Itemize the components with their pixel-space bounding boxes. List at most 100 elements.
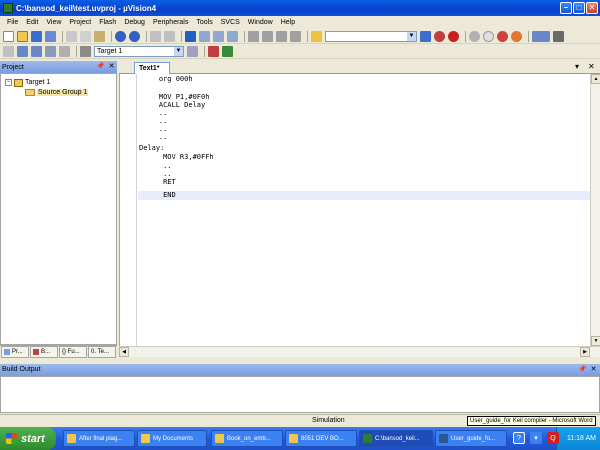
scroll-down-icon[interactable]: ▼ [591,336,600,346]
copy-icon[interactable] [80,30,91,42]
menu-debug[interactable]: Debug [120,19,149,26]
redo-icon[interactable] [129,30,140,42]
kill-breakpoints-icon[interactable] [497,30,508,42]
word-icon [439,434,448,443]
menu-project[interactable]: Project [65,19,95,26]
scroll-right-icon[interactable]: ▶ [580,347,590,357]
collapse-icon[interactable]: − [5,79,12,86]
find-in-files-icon[interactable] [311,30,322,42]
indent-icon[interactable] [248,30,259,42]
tab-text1[interactable]: Text1* [134,62,170,74]
tree-item-target[interactable]: − Target 1 [5,78,50,87]
taskbar-item-my-documents[interactable]: My Documents [137,430,207,447]
menu-view[interactable]: View [42,19,65,26]
debug-session-icon[interactable] [448,30,459,42]
tab-templates[interactable]: 0. Te... [88,346,116,358]
quick-launch-icon[interactable]: ▾ [530,432,542,444]
build-output-area[interactable] [0,376,600,413]
project-panel-tabs: Pr... B... {} Fu... 0. Te... [0,345,117,358]
breakpoint-icon[interactable] [469,30,480,42]
paste-icon[interactable] [94,30,105,42]
pin-icon[interactable]: 📌 [96,62,105,71]
save-all-icon[interactable] [45,30,56,42]
configure-icon[interactable] [553,30,564,42]
translate-icon[interactable] [3,45,14,57]
chevron-down-icon[interactable]: ▾ [575,62,579,71]
clear-bookmarks-icon[interactable] [227,30,238,42]
menu-window[interactable]: Window [244,19,277,26]
kill-all-breakpoints-icon[interactable] [511,30,522,42]
manage-components-icon[interactable] [208,45,219,57]
open-folder-icon[interactable] [17,30,28,42]
help-icon[interactable]: ? [513,432,525,444]
menu-file[interactable]: File [3,19,22,26]
pin-icon[interactable]: 📌 [578,365,587,374]
window-title: C:\bansod_keil\test.uvproj - µVision4 [16,3,157,13]
horizontal-scrollbar[interactable]: ◀ ▶ [119,346,600,357]
stop-build-icon[interactable] [59,45,70,57]
antivirus-icon[interactable]: Q [547,432,559,444]
enable-breakpoint-icon[interactable] [483,30,494,42]
menu-help[interactable]: Help [277,19,299,26]
menu-edit[interactable]: Edit [22,19,42,26]
uncomment-icon[interactable] [290,30,301,42]
chevron-down-icon[interactable]: ▼ [407,31,416,41]
app-icon [3,3,13,13]
new-file-icon[interactable] [3,30,14,42]
taskbar-item-word[interactable]: User_guide_fo... [435,430,507,447]
incremental-find-icon[interactable] [434,30,445,42]
scroll-left-icon[interactable]: ◀ [119,347,129,357]
tab-functions[interactable]: {} Fu... [59,346,87,358]
window-layout-icon[interactable] [532,30,550,42]
code-line: RET [142,178,176,186]
close-button[interactable]: ✕ [586,2,598,14]
build-icon[interactable] [17,45,28,57]
rebuild-icon[interactable] [31,45,42,57]
taskbar-item-uvision[interactable]: C:\bansod_keil... [359,430,433,447]
save-icon[interactable] [31,30,42,42]
close-icon[interactable]: ✕ [588,62,595,71]
target-select[interactable]: Target 1 ▼ [94,45,184,57]
undo-icon[interactable] [115,30,126,42]
vertical-scrollbar[interactable]: ▲ ▼ [590,74,600,346]
close-icon[interactable]: ✕ [107,62,116,71]
menu-flash[interactable]: Flash [95,19,120,26]
download-icon[interactable] [80,45,91,57]
cut-icon[interactable] [66,30,77,42]
chevron-down-icon[interactable]: ▼ [174,46,183,56]
nav-forward-icon[interactable] [164,30,175,42]
menu-tools[interactable]: Tools [192,19,216,26]
batch-build-icon[interactable] [45,45,56,57]
scroll-up-icon[interactable]: ▲ [591,74,600,84]
comment-icon[interactable] [276,30,287,42]
select-packs-icon[interactable] [222,45,233,57]
minimize-button[interactable]: – [560,2,572,14]
target-options-icon[interactable] [187,45,198,57]
main-toolbar: ▼ [0,29,600,44]
maximize-button[interactable]: □ [573,2,585,14]
start-button[interactable]: start [0,427,56,450]
menu-svcs[interactable]: SVCS [217,19,244,26]
folder-icon [215,434,224,443]
find-combo[interactable]: ▼ [325,30,417,42]
menu-peripherals[interactable]: Peripherals [149,19,192,26]
build-output-title: Build Output [2,366,41,373]
next-bookmark-icon[interactable] [213,30,224,42]
code-line: MOV R3,#0FFh [142,153,214,161]
tab-books[interactable]: B... [30,346,58,358]
nav-back-icon[interactable] [150,30,161,42]
project-panel-title: Project [2,63,24,71]
code-editor[interactable]: org 000h MOV P1,#0F0h ACALL Delay .. .. … [119,74,590,346]
taskbar-item-folder-plag[interactable]: After final plag... [63,430,135,447]
prev-bookmark-icon[interactable] [199,30,210,42]
close-icon[interactable]: ✕ [589,365,598,374]
toolbar-separator [181,30,182,42]
target-select-value: Target 1 [97,47,123,55]
taskbar-item-book[interactable]: Book_on_emb... [211,430,283,447]
tree-item-source-group[interactable]: Source Group 1 [25,88,89,97]
tab-project[interactable]: Pr... [1,346,29,358]
bookmark-icon[interactable] [185,30,196,42]
taskbar-item-8051-dev[interactable]: 8051 DEV BO... [285,430,357,447]
find-icon[interactable] [420,30,431,42]
unindent-icon[interactable] [262,30,273,42]
